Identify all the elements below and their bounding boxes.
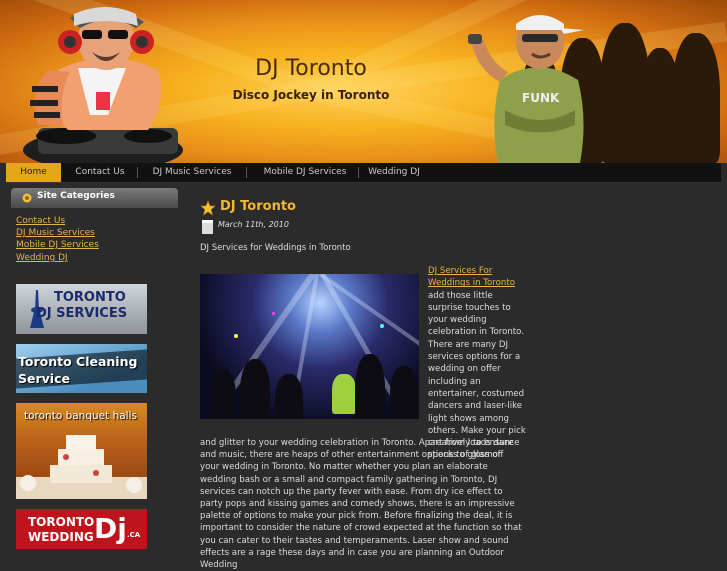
- main-nav: Home Contact Us DJ Music Services Mobile…: [6, 163, 721, 183]
- dancer-silhouette: [390, 366, 418, 419]
- ad-line: toronto banquet halls: [24, 410, 137, 422]
- post-body-text: and glitter to your wedding celebration …: [200, 438, 522, 571]
- crowd-silhouette: [672, 33, 720, 163]
- category-link-mobile-dj-services[interactable]: Mobile DJ Services: [16, 240, 99, 250]
- site-tagline: Disco Jockey in Toronto: [232, 88, 390, 102]
- nav-divider: [137, 167, 138, 178]
- ad-line: Toronto Cleaning: [18, 354, 138, 369]
- ad-line: Service: [18, 371, 70, 386]
- category-link-wedding-dj[interactable]: Wedding DJ: [16, 253, 68, 263]
- dance-floor-photo: [200, 274, 419, 419]
- ad-banner-toronto-dj-services[interactable]: TORONTO DJ SERVICES: [16, 284, 147, 334]
- ad-banner-toronto-wedding-dj[interactable]: TORONTO WEDDING Dj .CA: [16, 509, 147, 549]
- light-sparkle: [380, 324, 384, 328]
- sidebar-heading: Site Categories: [37, 191, 115, 201]
- ad-banner-toronto-cleaning-service[interactable]: Toronto Cleaning Service: [16, 344, 147, 393]
- post-body-aside: DJ Services For Weddings in Toronto add …: [428, 265, 528, 462]
- light-sparkle: [272, 312, 275, 315]
- post-inline-link[interactable]: DJ Services For Weddings in Toronto: [428, 266, 515, 288]
- category-link-dj-music-services[interactable]: DJ Music Services: [16, 228, 95, 238]
- wedding-cake-image: [16, 435, 147, 499]
- site-title[interactable]: DJ Toronto: [225, 56, 397, 81]
- post-subtitle: DJ Services for Weddings in Toronto: [200, 243, 351, 253]
- ad-line: DJ SERVICES: [36, 306, 128, 321]
- star-icon: [200, 200, 216, 216]
- post-title[interactable]: DJ Toronto: [220, 199, 296, 214]
- ad-logo-mark: Dj: [94, 512, 127, 545]
- calendar-icon: [202, 220, 213, 234]
- nav-divider: [246, 167, 247, 178]
- nav-item-wedding-dj[interactable]: Wedding DJ: [362, 163, 426, 182]
- sidebar-heading-bar: Site Categories: [11, 188, 178, 208]
- dj-character-illustration: [23, 7, 183, 163]
- svg-text:FUNK: FUNK: [522, 91, 560, 105]
- category-link-contact-us[interactable]: Contact Us: [16, 216, 65, 226]
- dancer-silhouette: [240, 359, 270, 419]
- dancer-silhouette: [355, 354, 385, 419]
- neon-dancer: [332, 374, 356, 414]
- dancer-silhouette: [275, 374, 303, 419]
- site-header: FUNK DJ Toronto Disco Jockey in Toronto: [0, 0, 727, 163]
- ad-line: WEDDING: [28, 530, 94, 544]
- ad-line: TORONTO: [28, 515, 95, 529]
- post-body-aside-text: add those little surprise touches to you…: [428, 290, 526, 461]
- post-date: March 11th, 2010: [218, 220, 289, 229]
- dancer-silhouette: [210, 369, 236, 419]
- nav-item-home[interactable]: Home: [6, 163, 61, 182]
- rapper-character-illustration: FUNK: [468, 15, 584, 163]
- nav-divider: [358, 167, 359, 178]
- nav-item-contact-us[interactable]: Contact Us: [66, 163, 134, 182]
- ad-domain-suffix: .CA: [127, 531, 141, 539]
- ad-banner-toronto-banquet-halls[interactable]: toronto banquet halls: [16, 403, 147, 499]
- light-sparkle: [234, 334, 238, 338]
- bullet-icon: [22, 193, 32, 203]
- ad-line: TORONTO: [54, 290, 126, 305]
- nav-item-dj-music-services[interactable]: DJ Music Services: [142, 163, 242, 182]
- nav-item-mobile-dj-services[interactable]: Mobile DJ Services: [251, 163, 359, 182]
